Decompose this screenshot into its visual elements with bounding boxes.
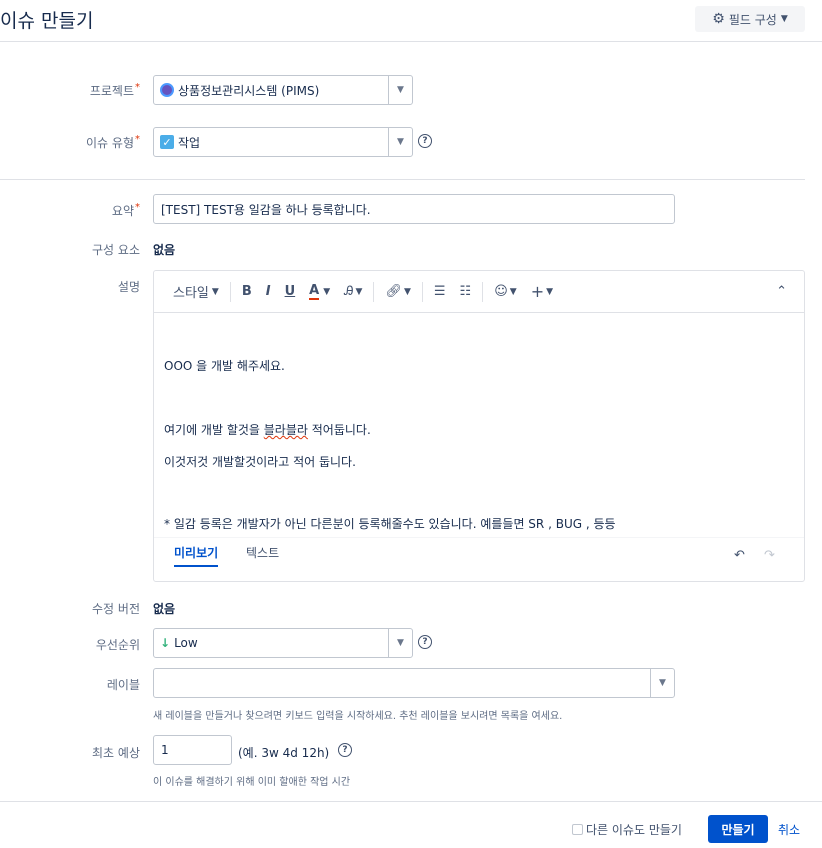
chevron-down-icon: ▼ [403,286,411,297]
labels-hint: 새 레이블을 만들거나 찾으려면 키보드 입력을 시작하세요. 추천 레이블을 … [153,711,563,722]
create-another-label: 다른 이슈도 만들기 [586,823,682,837]
description-line: 여기에 개발 할것을 블라블라 적어둡니다. [164,423,371,437]
chevron-down-icon[interactable]: ▼ [388,76,412,104]
toolbar-divider [482,281,484,302]
caret-down-icon: ▼ [780,14,788,24]
issue-type-label: 이슈 유형* [86,134,140,150]
component-value[interactable]: 없음 [153,241,175,258]
fix-version-value[interactable]: 없음 [153,600,175,617]
spellcheck-word: 블라블라 [263,423,308,437]
create-another-checkbox[interactable]: 다른 이슈도 만들기 [572,821,682,838]
description-editor[interactable]: 스타일 ▼ B I U A ▼ Ꭿ ▼ 🔗︎ ▼ ☰ ☷ ☺ ▼ + ▼ ⌃ OOO 을 개… [153,270,805,582]
priority-select[interactable]: ↓ Low ▼ [153,628,413,658]
plus-icon: + [530,282,545,301]
dialog-title: 이슈 만들기 [0,10,94,32]
text-effects-icon: Ꭿ [344,284,354,299]
chevron-down-icon[interactable]: ▼ [650,669,674,697]
italic-button[interactable]: I [259,271,278,313]
estimate-example: (예. 3w 4d 12h) [238,746,330,760]
chevron-down-icon: ▼ [546,286,554,297]
configure-fields-label: 필드 구성 [728,12,777,27]
project-select[interactable]: 상품정보관리시스템 (PIMS) ▼ [153,75,413,105]
undo-icon[interactable]: ↶ [734,548,745,563]
footer-divider [0,801,822,802]
bold-button[interactable]: B [235,271,259,313]
checkbox[interactable] [572,824,583,835]
estimate-label: 최초 예상 [92,746,140,760]
emoji-icon: ☺ [494,284,508,299]
editor-mode-tabs: 미리보기 텍스트 ↶ ↷ [154,537,804,581]
toolbar-divider [229,281,231,302]
cancel-link[interactable]: 취소 [778,821,800,838]
description-line: OOO 을 개발 해주세요. [164,359,285,373]
chevron-down-icon[interactable]: ▼ [388,128,412,156]
labels-label: 레이블 [106,678,140,692]
editor-toolbar: 스타일 ▼ B I U A ▼ Ꭿ ▼ 🔗︎ ▼ ☰ ☷ ☺ ▼ + ▼ ⌃ [154,271,804,313]
text-style-dropdown[interactable]: 스타일 ▼ [166,271,226,313]
issue-type-value: 작업 [178,135,201,150]
project-avatar-icon [160,83,174,97]
tab-preview[interactable]: 미리보기 [174,544,219,567]
description-line: 이것저것 개발할것이라고 적어 둡니다. [164,455,356,469]
emoji-button[interactable]: ☺ ▼ [487,271,523,313]
project-label: 프로젝트* [89,82,140,98]
summary-label: 요약* [111,202,140,218]
arrow-down-icon: ↓ [160,636,171,650]
text-color-button[interactable]: A ▼ [302,271,337,313]
estimate-input[interactable] [153,735,232,765]
double-chevron-up-icon: ⌃ [776,284,787,299]
priority-value: Low [174,636,198,650]
description-line: * 일감 등록은 개발자가 아닌 다른분이 등록해줄수도 있습니다. 예를들면 … [164,517,616,531]
chevron-down-icon: ▼ [211,286,219,297]
link-button[interactable]: 🔗︎ ▼ [378,271,417,313]
bullet-list-icon: ☰ [433,284,446,299]
header-divider [0,41,822,42]
task-checkbox-icon: ✓ [160,135,174,149]
gear-icon: ⚙ [712,11,725,27]
help-icon[interactable]: ? [418,134,432,148]
required-marker: * [135,134,140,145]
numbered-list-icon: ☷ [459,284,472,299]
more-formatting-button[interactable]: Ꭿ ▼ [337,271,369,313]
component-label: 구성 요소 [92,243,140,257]
required-marker: * [135,202,140,213]
tab-text[interactable]: 텍스트 [246,544,279,561]
required-marker: * [135,82,140,93]
toolbar-divider [373,281,375,302]
summary-input[interactable] [153,194,675,224]
chevron-down-icon: ▼ [323,286,331,297]
toolbar-divider [421,281,423,302]
underline-button[interactable]: U [278,271,303,313]
chevron-down-icon: ▼ [509,286,517,297]
insert-button[interactable]: + ▼ [524,271,560,313]
estimate-hint: 이 이슈를 해결하기 위해 이미 할애한 작업 시간 [153,777,351,788]
numbered-list-button[interactable]: ☷ [453,271,479,313]
chevron-down-icon: ▼ [355,286,363,297]
labels-select[interactable]: ▼ [153,668,675,698]
create-button[interactable]: 만들기 [708,815,768,843]
help-icon[interactable]: ? [338,743,352,757]
chevron-down-icon[interactable]: ▼ [388,629,412,657]
project-value: 상품정보관리시스템 (PIMS) [178,83,320,98]
help-icon[interactable]: ? [418,635,432,649]
bullet-list-button[interactable]: ☰ [427,271,453,313]
text-color-icon: A [309,283,320,300]
configure-fields-button[interactable]: ⚙ 필드 구성 ▼ [695,6,805,32]
priority-label: 우선순위 [95,638,140,652]
description-label: 설명 [117,280,140,294]
redo-icon[interactable]: ↷ [764,548,775,563]
collapse-toolbar-button[interactable]: ⌃ [769,271,794,313]
section-divider [0,179,805,180]
link-icon: 🔗︎ [385,284,402,299]
fix-version-label: 수정 버전 [92,602,140,616]
issue-type-select[interactable]: ✓ 작업 ▼ [153,127,413,157]
